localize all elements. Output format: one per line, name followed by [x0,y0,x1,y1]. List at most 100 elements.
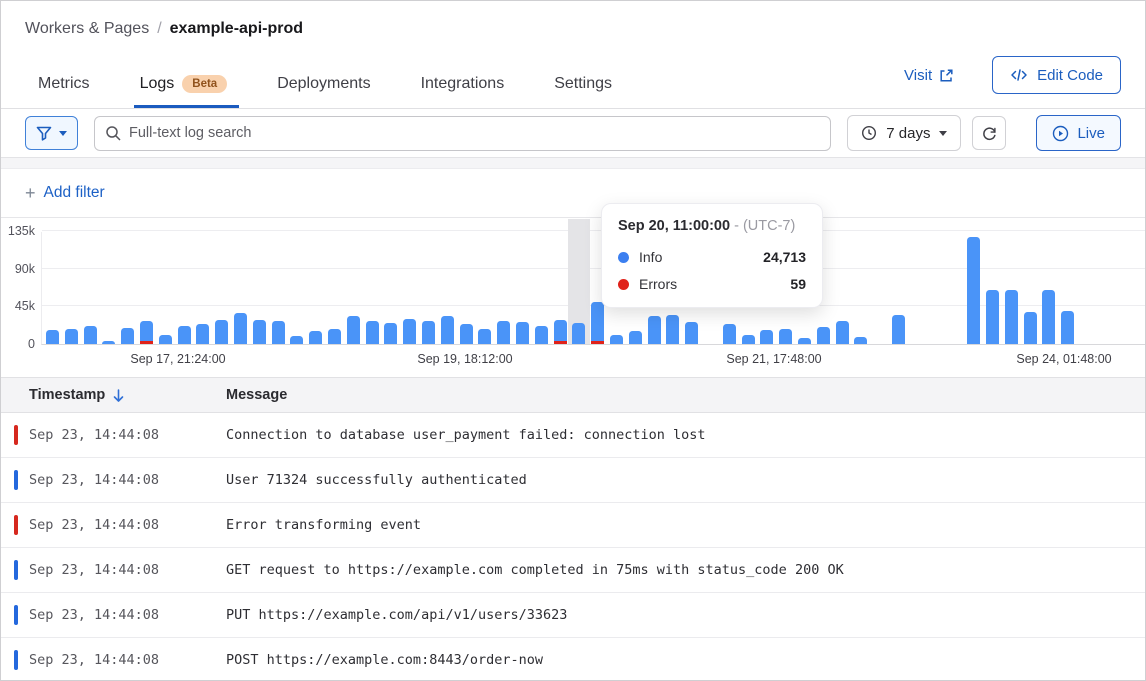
tab-label: Metrics [38,75,90,93]
tab-deployments[interactable]: Deployments [275,65,372,108]
chart-bar[interactable] [798,338,811,344]
breadcrumb: Workers & Pages / example-api-prod [25,1,1121,38]
log-table-row[interactable]: Sep 23, 14:44:08GET request to https://e… [1,548,1145,593]
tab-logs[interactable]: LogsBeta [138,65,230,108]
chart-bar[interactable] [516,322,529,344]
page-header: Workers & Pages / example-api-prod Metri… [1,1,1145,109]
chart-bar[interactable] [572,323,585,344]
breadcrumb-root[interactable]: Workers & Pages [25,20,149,38]
log-table-row[interactable]: Sep 23, 14:44:08POST https://example.com… [1,638,1145,681]
column-header-message: Message [226,387,1145,403]
chart-bar[interactable] [272,321,285,344]
chart-bar[interactable] [403,319,416,344]
log-table-row[interactable]: Sep 23, 14:44:08User 71324 successfully … [1,458,1145,503]
chart-bar[interactable] [591,302,604,344]
error-segment [591,341,604,344]
log-message: PUT https://example.com/api/v1/users/336… [226,607,1145,623]
chart-bar[interactable] [648,316,661,344]
chart-bar[interactable] [760,330,773,344]
code-icon [1010,67,1028,83]
chart-bar[interactable] [309,331,322,344]
chart-bar[interactable] [967,237,980,344]
tab-integrations[interactable]: Integrations [419,65,507,108]
chart-bar[interactable] [554,320,567,344]
log-table-row[interactable]: Sep 23, 14:44:08PUT https://example.com/… [1,593,1145,638]
time-range-button[interactable]: 7 days [847,115,961,151]
chart-bar[interactable] [290,336,303,344]
errors-dot-icon [618,279,629,290]
logs-card: + Add filter 135k90k45k0 Sep 17, 21:24:0… [1,169,1145,681]
chart-bar[interactable] [854,337,867,344]
chart-bar[interactable] [84,326,97,344]
chart-bar[interactable] [140,321,153,344]
log-table-row[interactable]: Sep 23, 14:44:08Connection to database u… [1,413,1145,458]
chart-bar[interactable] [836,321,849,344]
chart-bar[interactable] [1061,311,1074,344]
edit-code-label: Edit Code [1037,67,1103,84]
chart-bar[interactable] [723,324,736,344]
chart-bar[interactable] [46,330,59,344]
chart-bar[interactable] [666,315,679,344]
visit-link[interactable]: Visit [904,67,954,84]
y-axis-label: 45k [15,299,35,313]
chart-bar[interactable] [328,329,341,344]
log-message: User 71324 successfully authenticated [226,472,1145,488]
chart-bar[interactable] [347,316,360,344]
chart-bar[interactable] [817,327,830,344]
chart-bar[interactable] [366,321,379,344]
chart-bar[interactable] [384,323,397,344]
info-dot-icon [618,252,629,263]
refresh-button[interactable] [972,116,1006,150]
tooltip-series-label: Errors [639,276,677,292]
info-level-indicator [14,560,18,580]
add-filter-button[interactable]: + Add filter [25,183,105,204]
log-table-row[interactable]: Sep 23, 14:44:08Error transforming event [1,503,1145,548]
chart-tooltip: Sep 20, 11:00:00 - (UTC-7) Info24,713Err… [601,203,823,308]
live-button[interactable]: Live [1036,115,1121,151]
chart-bar[interactable] [65,329,78,344]
header-actions: Visit Edit Code [904,56,1121,94]
chart-bar[interactable] [215,320,228,344]
chart-bar[interactable] [610,335,623,344]
search-input[interactable] [94,116,831,151]
chart-bar[interactable] [742,335,755,344]
tooltip-series-value: 24,713 [763,249,806,265]
chart-bar[interactable] [892,315,905,344]
tab-metrics[interactable]: Metrics [36,65,92,108]
chart-plot: Sep 17, 21:24:00Sep 19, 18:12:00Sep 21, … [41,232,1145,345]
tooltip-title: Sep 20, 11:00:00 - (UTC-7) [618,218,806,234]
filter-menu-button[interactable] [25,116,78,150]
chart-bar[interactable] [159,335,172,344]
chart-bar[interactable] [1005,290,1018,344]
chart-bar[interactable] [422,321,435,344]
column-header-timestamp[interactable]: Timestamp [29,387,226,403]
chart-bar[interactable] [535,326,548,344]
info-level-indicator [14,605,18,625]
chart-bar[interactable] [196,324,209,344]
chart-bar[interactable] [178,326,191,344]
chart-bar[interactable] [460,324,473,344]
chart-bar[interactable] [685,322,698,344]
chart-bar[interactable] [441,316,454,344]
clock-icon [861,125,877,141]
log-timestamp: Sep 23, 14:44:08 [29,652,226,668]
section-divider [1,158,1145,169]
log-timestamp: Sep 23, 14:44:08 [29,427,226,443]
tab-settings[interactable]: Settings [552,65,614,108]
chart-bar[interactable] [253,320,266,344]
time-range-label: 7 days [886,125,930,142]
chart-bar[interactable] [478,329,491,344]
chart-bar[interactable] [121,328,134,344]
caret-down-icon [939,131,947,136]
chart-bar[interactable] [102,341,115,344]
chart-bar[interactable] [497,321,510,344]
chart-bar[interactable] [1042,290,1055,344]
chart-bar[interactable] [1024,312,1037,344]
error-level-indicator [14,515,18,535]
edit-code-button[interactable]: Edit Code [992,56,1121,94]
chart-bar[interactable] [986,290,999,344]
chart-bar[interactable] [779,329,792,344]
chart-bar[interactable] [629,331,642,344]
chart-bar[interactable] [234,313,247,344]
error-level-indicator [14,425,18,445]
